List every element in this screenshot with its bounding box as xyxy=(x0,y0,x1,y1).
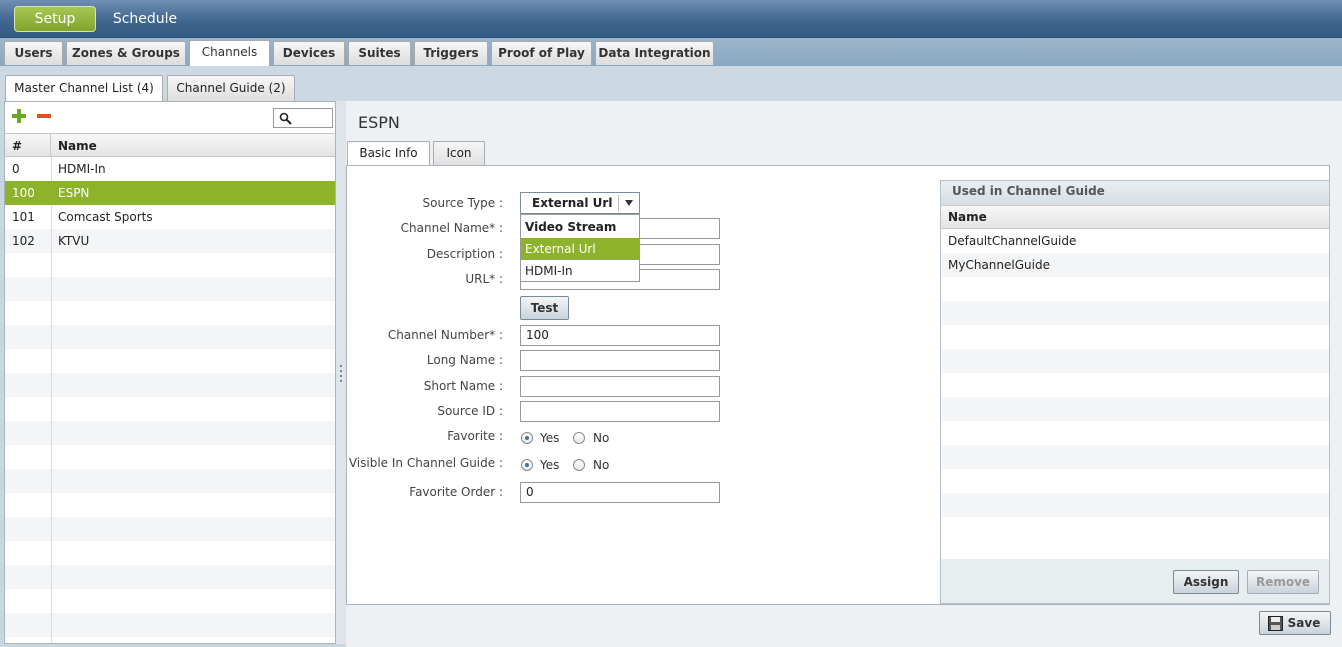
row-stripe xyxy=(941,277,1329,301)
option-hdmi-in[interactable]: HDMI-In xyxy=(521,260,639,282)
short-name-input[interactable] xyxy=(520,376,720,397)
channel-number-input[interactable]: 100 xyxy=(520,325,720,346)
option-external-url[interactable]: External Url xyxy=(521,238,639,260)
table-row[interactable]: 0 HDMI-In xyxy=(5,157,335,181)
favorite-order-input[interactable]: 0 xyxy=(520,482,720,503)
column-name[interactable]: Name xyxy=(51,134,335,158)
nav-tab-schedule[interactable]: Schedule xyxy=(104,6,186,32)
row-stripe xyxy=(5,589,335,613)
row-stripe xyxy=(5,565,335,589)
select-divider xyxy=(618,195,619,211)
row-stripe xyxy=(941,349,1329,373)
row-stripe xyxy=(941,325,1329,349)
save-button[interactable]: Save xyxy=(1259,611,1331,635)
nav-tab-setup[interactable]: Setup xyxy=(14,6,96,32)
label-url: URL* : xyxy=(465,272,503,286)
label-description: Description : xyxy=(426,247,503,261)
favorite-no-radio[interactable] xyxy=(573,432,585,444)
visible-yes-label: Yes xyxy=(540,458,560,472)
guide-column-name[interactable]: Name xyxy=(941,205,1329,229)
chevron-down-icon xyxy=(625,200,633,206)
subtab-channels[interactable]: Channels xyxy=(189,40,270,66)
row-stripe xyxy=(941,373,1329,397)
label-source-id: Source ID : xyxy=(437,404,503,418)
guide-panel-title: Used in Channel Guide xyxy=(941,181,1329,205)
row-stripe xyxy=(941,469,1329,493)
subtab-devices[interactable]: Devices xyxy=(273,41,345,65)
visible-no-label: No xyxy=(593,458,610,472)
row-stripe xyxy=(941,445,1329,469)
long-name-input[interactable] xyxy=(520,350,720,371)
save-label: Save xyxy=(1287,616,1321,630)
channel-list-panel: # Name 0 HDMI-In 100 ESPN 101 Comcast Sp… xyxy=(4,101,336,644)
subtab-users[interactable]: Users xyxy=(4,41,63,65)
label-short-name: Short Name : xyxy=(423,379,503,393)
tab-channel-guide[interactable]: Channel Guide (2) xyxy=(167,75,295,101)
row-stripe xyxy=(5,301,335,325)
test-button[interactable]: Test xyxy=(520,296,569,320)
label-favorite-order: Favorite Order : xyxy=(409,485,503,499)
top-nav-bar xyxy=(0,0,1342,38)
row-name: HDMI-In xyxy=(58,162,106,176)
tab-icon[interactable]: Icon xyxy=(433,141,485,166)
row-stripe xyxy=(941,493,1329,517)
option-video-stream[interactable]: Video Stream xyxy=(521,216,639,238)
label-channel-number: Channel Number* : xyxy=(387,328,503,342)
subtab-data-integration[interactable]: Data Integration xyxy=(595,41,714,65)
subtab-zones-groups[interactable]: Zones & Groups xyxy=(66,41,186,65)
favorite-no-label: No xyxy=(593,431,610,445)
remove-icon[interactable] xyxy=(37,109,51,123)
channel-title: ESPN xyxy=(358,113,400,132)
search-input[interactable] xyxy=(273,108,333,128)
visible-yes-radio[interactable] xyxy=(521,459,533,471)
guide-grid-body xyxy=(941,229,1329,559)
label-long-name: Long Name : xyxy=(426,353,503,367)
row-name: KTVU xyxy=(58,234,90,248)
channel-list-header: # Name xyxy=(5,133,335,158)
row-name: ESPN xyxy=(58,186,90,200)
row-stripe xyxy=(941,421,1329,445)
row-stripe xyxy=(941,301,1329,325)
row-number: 100 xyxy=(12,186,35,200)
row-stripe xyxy=(5,541,335,565)
visible-no-radio[interactable] xyxy=(573,459,585,471)
label-favorite: Favorite : xyxy=(447,429,503,443)
tab-master-channel-list[interactable]: Master Channel List (4) xyxy=(5,75,163,103)
row-name: Comcast Sports xyxy=(58,210,153,224)
guide-grid: Name DefaultChannelGuide MyChannelGuide xyxy=(941,205,1329,559)
floppy-disk-icon xyxy=(1268,616,1283,631)
favorite-yes-label: Yes xyxy=(540,431,560,445)
source-type-select[interactable]: External Url xyxy=(520,192,640,214)
row-stripe xyxy=(941,517,1329,541)
subtab-triggers[interactable]: Triggers xyxy=(414,41,488,65)
favorite-yes-radio[interactable] xyxy=(521,432,533,444)
list-item[interactable]: MyChannelGuide xyxy=(941,253,1271,277)
label-channel-name: Channel Name* : xyxy=(400,221,503,235)
row-stripe xyxy=(941,397,1329,421)
row-number: 101 xyxy=(12,210,35,224)
label-source-type: Source Type : xyxy=(422,196,503,210)
list-item[interactable]: DefaultChannelGuide xyxy=(941,229,1271,253)
channel-list-toolbar xyxy=(5,102,335,132)
source-id-input[interactable] xyxy=(520,401,720,422)
tab-basic-info[interactable]: Basic Info xyxy=(347,141,430,167)
label-visible-in-guide: Visible In Channel Guide : xyxy=(348,456,503,470)
row-number: 0 xyxy=(12,162,20,176)
search-icon xyxy=(279,112,292,125)
remove-button[interactable]: Remove xyxy=(1247,570,1319,594)
subtab-suites[interactable]: Suites xyxy=(348,41,411,65)
assign-button[interactable]: Assign xyxy=(1173,570,1239,594)
source-type-options: Video Stream External Url HDMI-In xyxy=(520,214,640,282)
row-number: 102 xyxy=(12,234,35,248)
used-in-channel-guide-panel: Used in Channel Guide Name DefaultChanne… xyxy=(940,180,1330,604)
subtab-proof-of-play[interactable]: Proof of Play xyxy=(491,41,592,65)
column-number[interactable]: # xyxy=(5,134,51,158)
source-type-value: External Url xyxy=(532,196,613,210)
panel-splitter[interactable] xyxy=(336,101,346,644)
row-stripe xyxy=(5,517,335,541)
row-stripe xyxy=(5,613,335,637)
add-icon[interactable] xyxy=(12,109,26,123)
